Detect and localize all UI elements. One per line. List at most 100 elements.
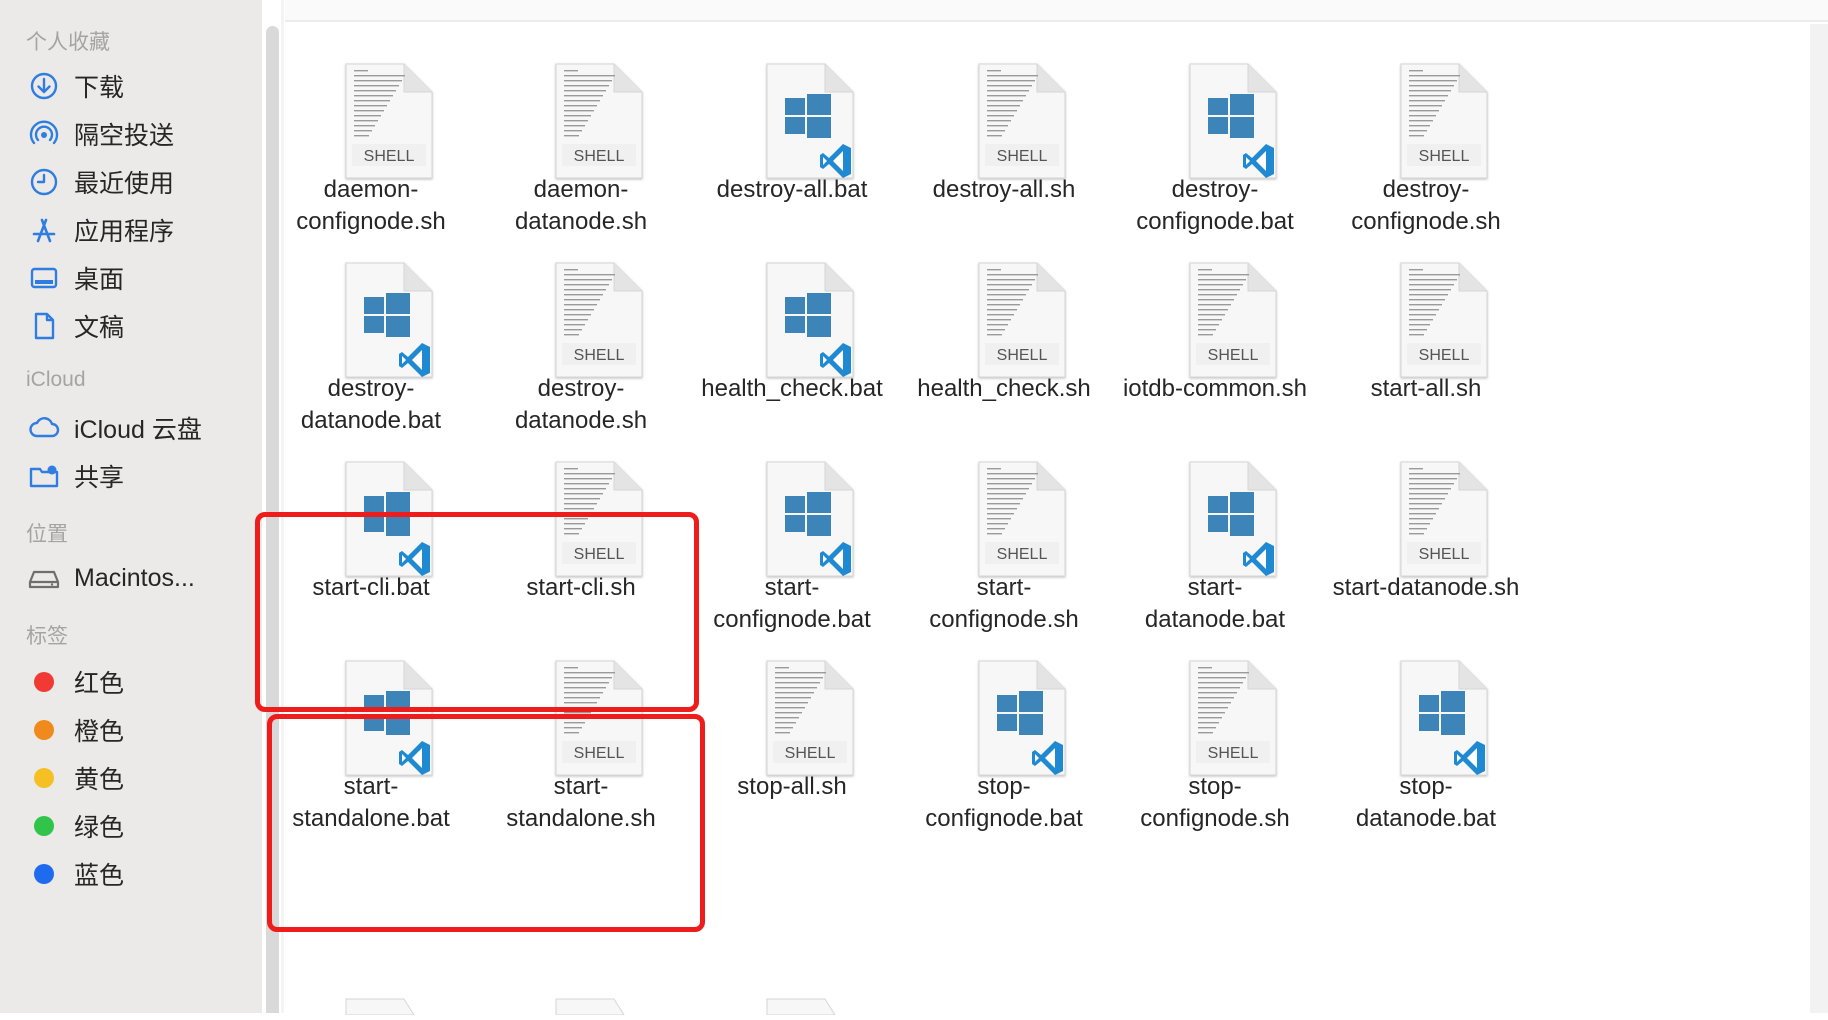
file-item[interactable]: SHELL destroy-datanode.sh <box>458 213 704 434</box>
file-name-line1: stop- <box>977 773 1031 800</box>
file-name: start-all.sh <box>1303 373 1549 405</box>
file-item[interactable]: start-datanode.bat <box>1092 412 1338 633</box>
file-item[interactable]: SHELL start-cli.sh <box>458 412 704 632</box>
shell-script-file-icon: SHELL <box>552 657 646 779</box>
file-name: start-datanode.sh <box>1303 572 1549 604</box>
bat-file-icon <box>975 657 1069 779</box>
bat-file-icon <box>1186 60 1280 182</box>
svg-text:SHELL: SHELL <box>1208 347 1259 364</box>
file-name-line1: start-datanode.sh <box>1332 574 1520 601</box>
sidebar-tag-item[interactable]: 绿色 <box>26 804 256 848</box>
file-item[interactable]: SHELL stop-all.sh <box>669 611 915 831</box>
shell-script-file-icon: SHELL <box>552 60 646 182</box>
shell-script-file-icon: SHELL <box>975 259 1069 381</box>
file-item[interactable]: SHELL start-datanode.sh <box>1303 412 1549 632</box>
content-scrollbar[interactable] <box>1810 24 1828 1013</box>
svg-text:SHELL: SHELL <box>1208 745 1259 762</box>
partial-file-icon[interactable] <box>763 995 857 1016</box>
shell-script-file-icon: SHELL <box>763 657 857 779</box>
sidebar-item-label: 蓝色 <box>74 862 125 890</box>
file-name: stop-datanode.bat <box>1303 771 1549 835</box>
file-name-line2: standalone.sh <box>506 805 656 832</box>
svg-text:SHELL: SHELL <box>574 745 625 762</box>
shell-script-file-icon: SHELL <box>1397 458 1491 580</box>
svg-text:SHELL: SHELL <box>997 546 1048 563</box>
file-name-line2: confignode.bat <box>925 805 1083 832</box>
svg-text:SHELL: SHELL <box>997 347 1048 364</box>
file-item[interactable]: SHELL destroy-all.sh <box>881 14 1127 234</box>
file-item[interactable]: SHELL start-confignode.sh <box>881 412 1127 633</box>
sidebar-item-label: 隔空投送 <box>74 122 175 150</box>
file-item[interactable]: destroy-all.bat <box>669 14 915 234</box>
tag-dot-icon <box>26 712 62 748</box>
sidebar-item-label: 最近使用 <box>74 170 175 198</box>
desktop-icon <box>26 260 62 296</box>
file-item[interactable]: SHELL destroy-confignode.sh <box>1303 14 1549 235</box>
sidebar-tag-item[interactable]: 红色 <box>26 660 256 704</box>
sidebar-item-desktop[interactable]: 桌面 <box>26 256 256 300</box>
file-name-line2: datanode.bat <box>1355 805 1497 832</box>
bat-file-icon <box>342 657 436 779</box>
file-name-line1: destroy- <box>1171 176 1259 203</box>
file-name-line1: stop-all.sh <box>737 773 847 800</box>
sidebar-item-label: iCloud 云盘 <box>74 416 202 444</box>
sidebar-item-label: 橙色 <box>74 718 125 746</box>
file-item[interactable]: health_check.bat <box>669 213 915 433</box>
airdrop-icon <box>26 116 62 152</box>
disk-icon <box>26 560 62 596</box>
sidebar-item-downloads[interactable]: 下载 <box>26 64 256 108</box>
file-name: start-standalone.sh <box>458 771 704 835</box>
file-name-line1: daemon- <box>533 176 629 203</box>
file-name-line1: start- <box>976 574 1032 601</box>
sidebar-item-airdrop[interactable]: 隔空投送 <box>26 112 256 156</box>
file-item[interactable]: destroy-confignode.bat <box>1092 14 1338 235</box>
sidebar-item-macintosh-hd[interactable]: Macintos... <box>26 556 256 600</box>
sidebar-item-icloud-drive[interactable]: iCloud 云盘 <box>26 406 256 450</box>
svg-text:SHELL: SHELL <box>364 148 415 165</box>
file-name-line1: start- <box>764 574 820 601</box>
file-item[interactable]: SHELL iotdb-common.sh <box>1092 213 1338 433</box>
svg-text:SHELL: SHELL <box>1419 347 1470 364</box>
file-item[interactable]: stop-confignode.bat <box>881 611 1127 832</box>
sidebar-item-label: 应用程序 <box>74 218 175 246</box>
applications-icon <box>26 212 62 248</box>
file-item[interactable]: stop-datanode.bat <box>1303 611 1549 832</box>
shell-script-file-icon: SHELL <box>1186 657 1280 779</box>
tags-section-title: 标签 <box>26 625 68 648</box>
file-item[interactable]: SHELL start-all.sh <box>1303 213 1549 433</box>
file-item[interactable]: SHELL health_check.sh <box>881 213 1127 433</box>
file-name-line1: start-all.sh <box>1370 375 1482 402</box>
sidebar-tag-item[interactable]: 橙色 <box>26 708 256 752</box>
icloud-section-title: iCloud <box>26 368 86 391</box>
file-grid-area: SHELL daemon-confignode.sh SHELL daemon-dat… <box>255 0 1828 1016</box>
document-icon <box>26 308 62 344</box>
sidebar-item-label: 共享 <box>74 464 125 492</box>
shell-script-file-icon: SHELL <box>975 60 1069 182</box>
partial-file-icon[interactable] <box>342 995 436 1016</box>
bat-file-icon <box>342 458 436 580</box>
file-item[interactable]: SHELL stop-confignode.sh <box>1092 611 1338 832</box>
shell-script-file-icon: SHELL <box>1186 259 1280 381</box>
sidebar-tag-item[interactable]: 蓝色 <box>26 852 256 896</box>
sidebar-item-label: 文稿 <box>74 314 125 342</box>
file-item[interactable]: SHELL daemon-datanode.sh <box>458 14 704 235</box>
svg-text:SHELL: SHELL <box>1419 546 1470 563</box>
sidebar-item-applications[interactable]: 应用程序 <box>26 208 256 252</box>
shell-script-file-icon: SHELL <box>552 259 646 381</box>
file-name: stop-all.sh <box>669 771 915 803</box>
sidebar-item-label: 黄色 <box>74 766 125 794</box>
sidebar-item-shared[interactable]: 共享 <box>26 454 256 498</box>
file-name: iotdb-common.sh <box>1092 373 1338 405</box>
sidebar-tag-item[interactable]: 黄色 <box>26 756 256 800</box>
sidebar-item-label: 红色 <box>74 670 125 698</box>
favorites-section-title: 个人收藏 <box>26 31 110 54</box>
shared-folder-icon <box>26 458 62 494</box>
sidebar-item-documents[interactable]: 文稿 <box>26 304 256 348</box>
file-item[interactable]: start-confignode.bat <box>669 412 915 633</box>
file-name-line1: health_check.sh <box>917 375 1091 402</box>
sidebar-item-recents[interactable]: 最近使用 <box>26 160 256 204</box>
bat-file-icon <box>763 458 857 580</box>
file-item[interactable]: SHELL start-standalone.sh <box>458 611 704 832</box>
partial-file-icon[interactable] <box>552 995 646 1016</box>
file-name-line2: confignode.sh <box>1140 805 1290 832</box>
